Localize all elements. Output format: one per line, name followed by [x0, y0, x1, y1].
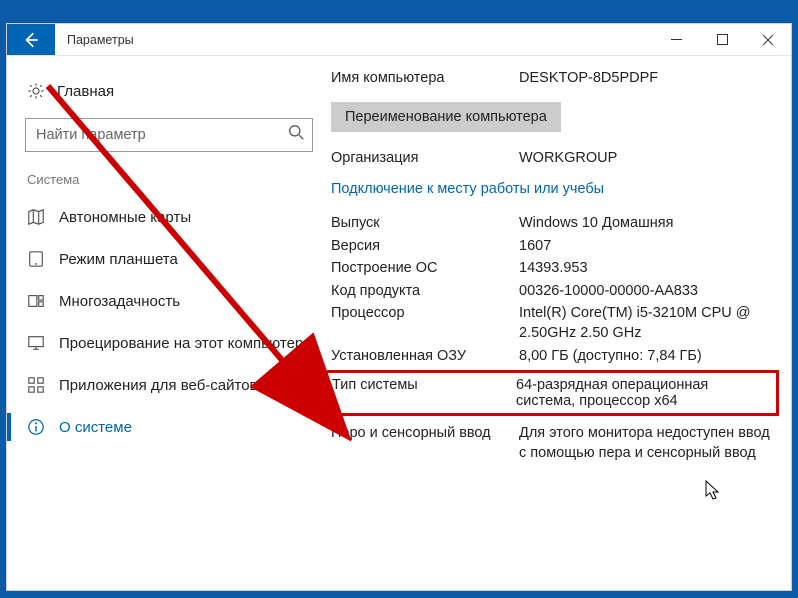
- sidebar-item-label: О системе: [59, 419, 132, 436]
- system-type-value: 64-разрядная операционная система, проце…: [516, 377, 770, 409]
- sidebar-item-offline-maps[interactable]: Автономные карты: [21, 197, 323, 237]
- product-id-label: Код продукта: [331, 282, 519, 302]
- edition-row: Выпуск Windows 10 Домашняя: [331, 214, 771, 234]
- window-controls: [653, 24, 791, 55]
- sidebar-item-about[interactable]: О системе: [21, 407, 323, 447]
- sidebar-home[interactable]: Главная: [21, 72, 323, 110]
- ram-value: 8,00 ГБ (доступно: 7,84 ГБ): [519, 347, 771, 367]
- arrow-left-icon: [22, 31, 40, 49]
- maximize-icon: [717, 34, 728, 45]
- sidebar-item-label: Автономные карты: [59, 209, 191, 226]
- build-label: Построение ОС: [331, 259, 519, 279]
- gear-icon: [27, 82, 45, 100]
- search-icon[interactable]: [288, 124, 305, 146]
- search-input[interactable]: [25, 118, 313, 152]
- content-pane: Имя компьютера DESKTOP-8D5PDPF Переимено…: [327, 56, 791, 590]
- system-type-label: Тип системы: [332, 377, 516, 409]
- pen-touch-value: Для этого монитора недоступен ввод с пом…: [519, 424, 771, 463]
- close-icon: [762, 34, 774, 46]
- sidebar-item-label: Проецирование на этот компьютер: [59, 335, 303, 352]
- sidebar-item-apps-for-websites[interactable]: Приложения для веб-сайтов: [21, 365, 323, 405]
- sidebar-item-label: Приложения для веб-сайтов: [59, 377, 258, 394]
- maximize-button[interactable]: [699, 24, 745, 55]
- edition-label: Выпуск: [331, 214, 519, 234]
- product-id-row: Код продукта 00326-10000-00000-AA833: [331, 282, 771, 302]
- processor-value: Intel(R) Core(TM) i5-3210M CPU @ 2.50GHz…: [519, 304, 771, 343]
- project-icon: [27, 334, 45, 352]
- settings-window: Параметры Главная Система Автономные к: [6, 23, 792, 591]
- tablet-icon: [27, 250, 45, 268]
- organization-label: Организация: [331, 149, 519, 169]
- search-container: [25, 118, 313, 152]
- edition-value: Windows 10 Домашняя: [519, 214, 771, 234]
- pen-touch-label: Перо и сенсорный ввод: [331, 424, 519, 463]
- build-value: 14393.953: [519, 259, 771, 279]
- titlebar: Параметры: [7, 24, 791, 56]
- sidebar-item-label: Многозадачность: [59, 293, 180, 310]
- info-icon: [27, 418, 45, 436]
- minimize-icon: [671, 34, 682, 45]
- computer-name-label: Имя компьютера: [331, 69, 519, 89]
- processor-row: Процессор Intel(R) Core(TM) i5-3210M CPU…: [331, 304, 771, 343]
- close-button[interactable]: [745, 24, 791, 55]
- sidebar-item-projecting[interactable]: Проецирование на этот компьютер: [21, 323, 323, 363]
- window-title: Параметры: [55, 24, 146, 55]
- system-type-row-highlighted: Тип системы 64-разрядная операционная си…: [327, 370, 779, 416]
- sidebar-item-label: Режим планшета: [59, 251, 178, 268]
- connect-work-link[interactable]: Подключение к месту работы или учебы: [331, 171, 771, 211]
- minimize-button[interactable]: [653, 24, 699, 55]
- processor-label: Процессор: [331, 304, 519, 343]
- sidebar-item-multitasking[interactable]: Многозадачность: [21, 281, 323, 321]
- computer-name-row: Имя компьютера DESKTOP-8D5PDPF: [331, 69, 771, 89]
- rename-computer-button[interactable]: Переименование компьютера: [331, 102, 561, 132]
- organization-row: Организация WORKGROUP: [331, 149, 771, 169]
- ram-row: Установленная ОЗУ 8,00 ГБ (доступно: 7,8…: [331, 347, 771, 367]
- sidebar-item-tablet-mode[interactable]: Режим планшета: [21, 239, 323, 279]
- ram-label: Установленная ОЗУ: [331, 347, 519, 367]
- pen-touch-row: Перо и сенсорный ввод Для этого монитора…: [331, 424, 771, 463]
- computer-name-value: DESKTOP-8D5PDPF: [519, 69, 771, 89]
- sidebar-home-label: Главная: [57, 83, 114, 100]
- mouse-cursor-icon: [705, 480, 723, 502]
- apps-icon: [27, 376, 45, 394]
- window-body: Главная Система Автономные карты Режим п…: [7, 56, 791, 590]
- sidebar-section-label: Система: [21, 168, 323, 195]
- map-icon: [27, 208, 45, 226]
- product-id-value: 00326-10000-00000-AA833: [519, 282, 771, 302]
- organization-value: WORKGROUP: [519, 149, 771, 169]
- version-value: 1607: [519, 237, 771, 257]
- multitask-icon: [27, 292, 45, 310]
- build-row: Построение ОС 14393.953: [331, 259, 771, 279]
- sidebar: Главная Система Автономные карты Режим п…: [7, 56, 327, 590]
- version-row: Версия 1607: [331, 237, 771, 257]
- version-label: Версия: [331, 237, 519, 257]
- back-button[interactable]: [7, 24, 55, 55]
